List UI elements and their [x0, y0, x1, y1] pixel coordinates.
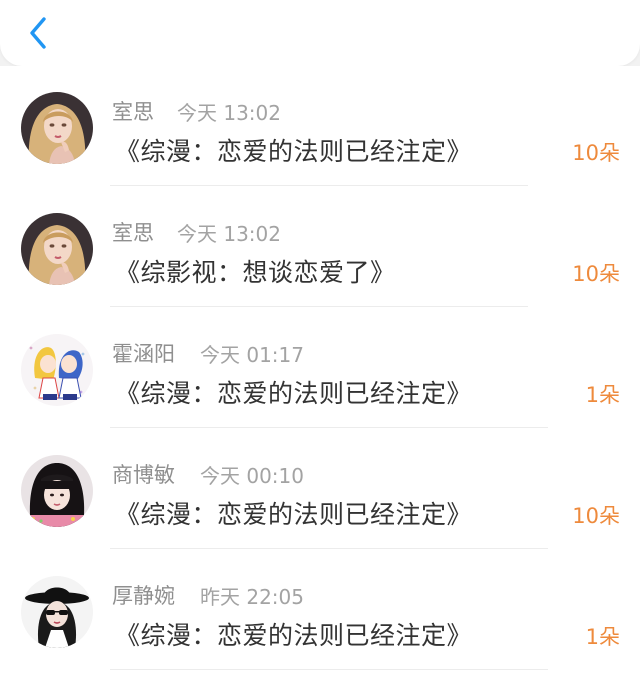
top-navigation-bar [0, 0, 640, 66]
timestamp: 今天 13:02 [177, 222, 281, 246]
flower-count: 1朵 [585, 383, 620, 407]
timestamp: 昨天 22:05 [200, 585, 304, 609]
flower-count: 10朵 [572, 141, 620, 165]
avatar[interactable] [21, 576, 93, 648]
flower-count: 10朵 [572, 504, 620, 528]
avatar[interactable] [21, 213, 93, 285]
avatar[interactable] [21, 455, 93, 527]
book-title[interactable]: 《综漫：恋爱的法则已经注定》 [115, 132, 472, 168]
list-item[interactable]: 室思 今天 13:02 《综漫：恋爱的法则已经注定》 10朵 [0, 66, 640, 186]
gift-record-list: 室思 今天 13:02 《综漫：恋爱的法则已经注定》 10朵 室思 今天 13:… [0, 66, 640, 685]
sender-name: 室思 [112, 100, 154, 124]
divider [110, 548, 548, 549]
list-item[interactable]: 商博敏 今天 00:10 《综漫：恋爱的法则已经注定》 10朵 [0, 429, 640, 549]
avatar[interactable] [21, 334, 93, 406]
divider [110, 185, 528, 186]
timestamp: 今天 01:17 [200, 343, 304, 367]
timestamp: 今天 13:02 [177, 101, 281, 125]
sender-name: 室思 [112, 221, 154, 245]
list-item[interactable]: 霍涵阳 今天 01:17 《综漫：恋爱的法则已经注定》 1朵 [0, 308, 640, 428]
avatar[interactable] [21, 92, 93, 164]
list-item[interactable]: 厚静婉 昨天 22:05 《综漫：恋爱的法则已经注定》 1朵 [0, 550, 640, 670]
list-item[interactable]: 室思 今天 13:02 《综影视：想谈恋爱了》 10朵 [0, 187, 640, 307]
back-button[interactable] [18, 12, 58, 54]
divider [110, 669, 548, 670]
sender-name: 商博敏 [112, 463, 175, 487]
divider [110, 306, 528, 307]
sender-name: 厚静婉 [112, 584, 175, 608]
divider [110, 427, 548, 428]
sender-name: 霍涵阳 [112, 342, 175, 366]
book-title[interactable]: 《综影视：想谈恋爱了》 [115, 253, 396, 289]
flower-count: 1朵 [585, 625, 620, 649]
timestamp: 今天 00:10 [200, 464, 304, 488]
flower-count: 10朵 [572, 262, 620, 286]
book-title[interactable]: 《综漫：恋爱的法则已经注定》 [115, 495, 472, 531]
book-title[interactable]: 《综漫：恋爱的法则已经注定》 [115, 616, 472, 652]
chevron-left-icon [30, 17, 46, 49]
book-title[interactable]: 《综漫：恋爱的法则已经注定》 [115, 374, 472, 410]
